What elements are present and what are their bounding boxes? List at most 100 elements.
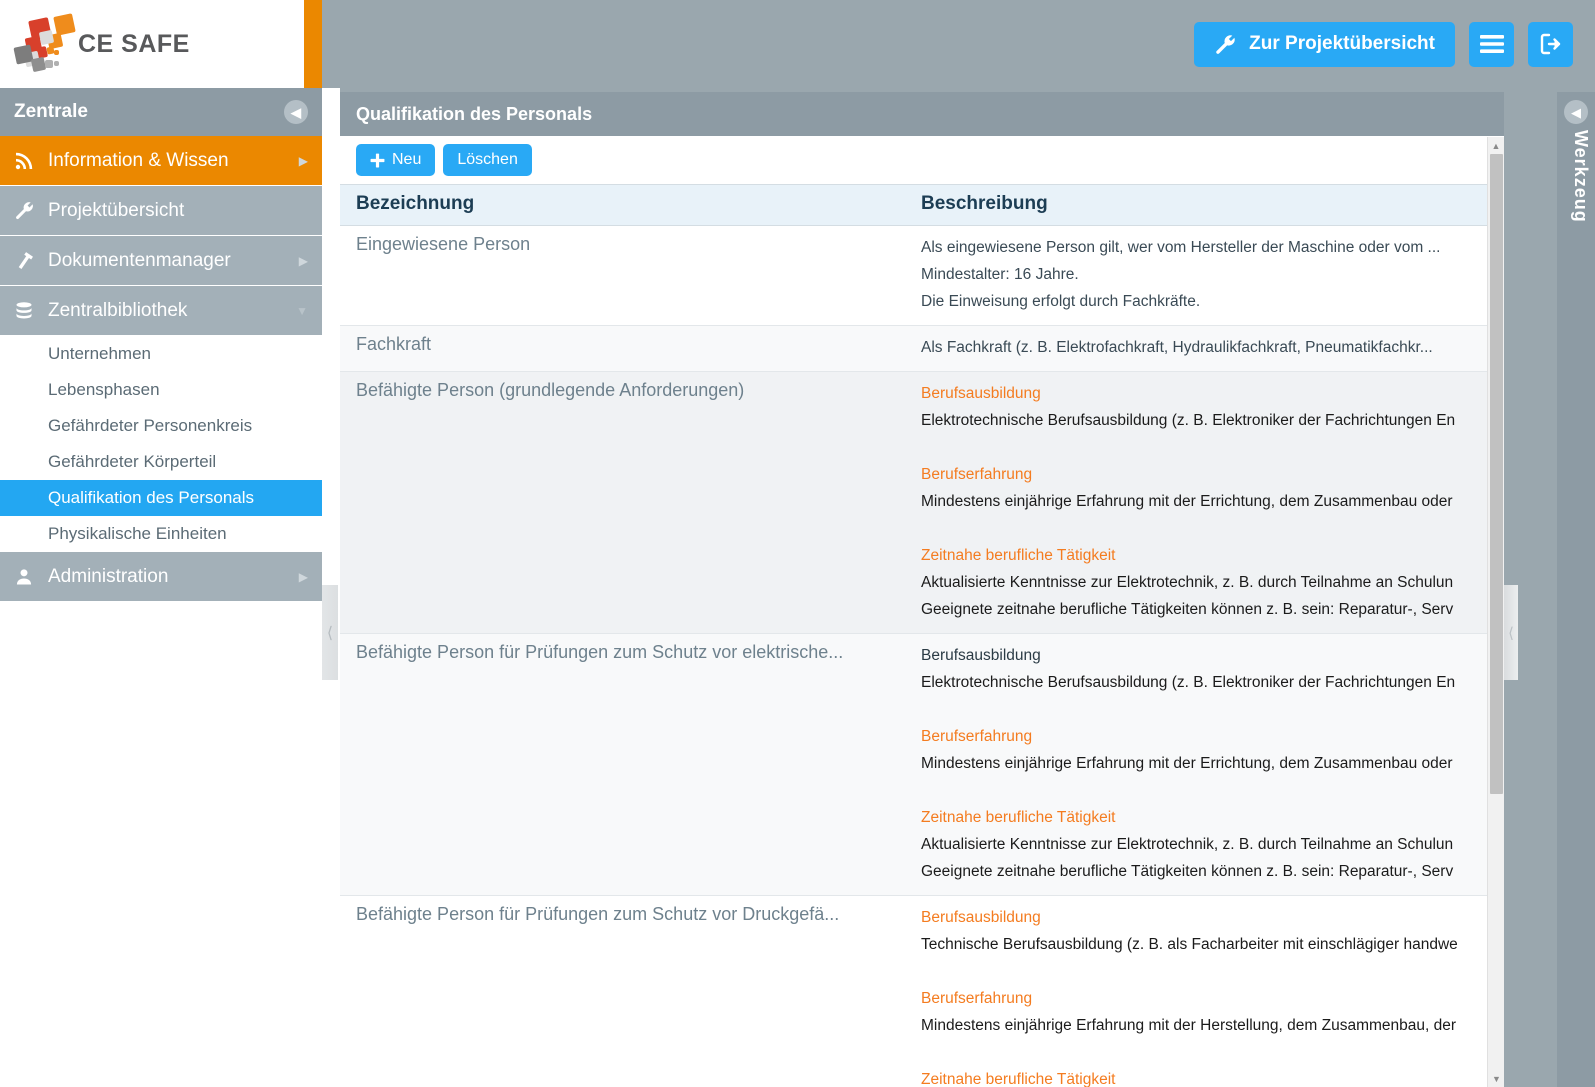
sidebar-item-zentralbibliothek[interactable]: Zentralbibliothek ▼ xyxy=(0,286,322,336)
description-line: Als Fachkraft (z. B. Elektrofachkraft, H… xyxy=(921,339,1433,356)
delete-button[interactable]: Löschen xyxy=(443,144,532,176)
database-icon xyxy=(14,301,48,321)
sidebar-item-information-wissen[interactable]: Information & Wissen ▶ xyxy=(0,136,322,186)
sidebar-subitem-label: Unternehmen xyxy=(48,344,152,363)
description-line: Geeignete zeitnahe berufliche Tätigkeite… xyxy=(921,863,1454,880)
sidebar-item-label: Administration xyxy=(48,565,169,587)
sidebar-item-administration[interactable]: Administration ▶ xyxy=(0,552,322,602)
ce-safe-logo-icon xyxy=(12,13,76,75)
cell-bezeichnung: Befähigte Person für Prüfungen zum Schut… xyxy=(356,642,844,662)
chevron-right-icon: ▶ xyxy=(298,153,308,168)
sidebar-subitem-label: Gefährdeter Personenkreis xyxy=(48,416,253,435)
go-to-project-overview-label: Zur Projektübersicht xyxy=(1249,33,1435,54)
page-title-bar: Qualifikation des Personals xyxy=(340,92,1504,136)
description-line: Mindestens einjährige Erfahrung mit der … xyxy=(921,755,1453,772)
sidebar-subitem-qualifikation-des-personals[interactable]: Qualifikation des Personals xyxy=(0,480,322,516)
user-icon xyxy=(14,567,48,587)
chevron-down-icon: ▼ xyxy=(296,303,308,318)
description-line: Als eingewiesene Person gilt, wer vom He… xyxy=(921,239,1441,256)
brand-name: CE SAFE xyxy=(78,29,190,58)
description-heading: Berufsausbildung xyxy=(921,647,1041,664)
description-heading: Berufsausbildung xyxy=(921,909,1041,926)
logout-icon xyxy=(1538,32,1564,56)
scrollbar-thumb[interactable] xyxy=(1490,154,1503,794)
column-header-bezeichnung[interactable]: Bezeichnung xyxy=(340,185,905,225)
description-line: Mindestens einjährige Erfahrung mit der … xyxy=(921,1017,1457,1034)
cell-bezeichnung: Fachkraft xyxy=(356,334,432,354)
sidebar-section-header: Zentrale ◀ xyxy=(0,88,322,136)
sidebar-subitem-label: Physikalische Einheiten xyxy=(48,524,227,543)
sidebar-subitem-gefaehrdeter-personenkreis[interactable]: Gefährdeter Personenkreis xyxy=(0,408,322,444)
go-to-project-overview-button[interactable]: Zur Projektübersicht xyxy=(1194,21,1455,67)
page-title: Qualifikation des Personals xyxy=(356,103,593,124)
brand-accent-stripe xyxy=(304,0,322,88)
table-row[interactable]: Befähigte Person (grundlegende Anforderu… xyxy=(340,372,1488,634)
sidebar-item-label: Information & Wissen xyxy=(48,149,229,171)
sidebar-item-dokumentenmanager[interactable]: Dokumentenmanager ▶ xyxy=(0,236,322,286)
description-line: Technische Berufsausbildung (z. B. als F… xyxy=(921,936,1458,953)
new-button-label: Neu xyxy=(392,151,422,168)
chevron-left-icon[interactable]: ◀ xyxy=(1564,100,1588,124)
rss-icon xyxy=(14,151,48,171)
sidebar-subitem-unternehmen[interactable]: Unternehmen xyxy=(0,336,322,372)
description-heading: Berufsausbildung xyxy=(921,385,1041,402)
description-heading: Berufserfahrung xyxy=(921,466,1033,483)
sidebar-subitem-physikalische-einheiten[interactable]: Physikalische Einheiten xyxy=(0,516,322,552)
sidebar-collapse-handle[interactable]: ⟨ xyxy=(322,585,338,680)
table-row[interactable]: Eingewiesene Person Als eingewiesene Per… xyxy=(340,226,1488,326)
sidebar-subitem-label: Gefährdeter Körperteil xyxy=(48,452,217,471)
tool-panel: ◀ Werkzeug xyxy=(1557,92,1595,1087)
top-toolbar: Zur Projektübersicht xyxy=(322,0,1595,88)
description-line: Die Einweisung erfolgt durch Fachkräfte. xyxy=(921,293,1201,310)
new-button[interactable]: Neu xyxy=(356,144,436,176)
cell-bezeichnung: Eingewiesene Person xyxy=(356,234,531,254)
cell-beschreibung: Berufsausbildung Technische Berufsausbil… xyxy=(905,896,1488,1087)
cell-beschreibung: Als Fachkraft (z. B. Elektrofachkraft, H… xyxy=(905,326,1488,371)
cell-beschreibung: Berufsausbildung Elektrotechnische Beruf… xyxy=(905,372,1488,633)
delete-button-label: Löschen xyxy=(457,151,518,168)
description-heading: Zeitnahe berufliche Tätigkeit xyxy=(921,1071,1116,1087)
cell-beschreibung: Berufsausbildung Elektrotechnische Beruf… xyxy=(905,634,1488,895)
description-line: Geeignete zeitnahe berufliche Tätigkeite… xyxy=(921,601,1454,618)
grid-header-row: Bezeichnung Beschreibung xyxy=(340,184,1488,226)
description-line: Elektrotechnische Berufsausbildung (z. B… xyxy=(921,674,1456,691)
wrench-icon xyxy=(14,200,48,221)
tool-panel-collapse-handle[interactable]: ⟨ xyxy=(1504,585,1518,680)
sidebar-subitem-gefaehrdeter-koerperteil[interactable]: Gefährdeter Körperteil xyxy=(0,444,322,480)
table-row[interactable]: Befähigte Person für Prüfungen zum Schut… xyxy=(340,896,1488,1087)
chevron-right-icon: ▶ xyxy=(298,569,308,584)
qualifications-grid: Bezeichnung Beschreibung Eingewiesene Pe… xyxy=(340,184,1488,1087)
vertical-scrollbar[interactable]: ▲ ▼ xyxy=(1487,137,1504,1087)
chevron-right-icon: ▶ xyxy=(298,253,308,268)
description-heading: Zeitnahe berufliche Tätigkeit xyxy=(921,547,1116,564)
cell-bezeichnung: Befähigte Person für Prüfungen zum Schut… xyxy=(356,904,840,924)
table-row[interactable]: Fachkraft Als Fachkraft (z. B. Elektrofa… xyxy=(340,326,1488,372)
brand-logo-bar: CE SAFE xyxy=(0,0,322,88)
grid-toolbar: Neu Löschen xyxy=(340,136,1504,184)
triangle-up-icon[interactable]: ▲ xyxy=(1488,137,1504,154)
sidebar-item-label: Dokumentenmanager xyxy=(48,249,231,271)
main-content-panel: Qualifikation des Personals Neu Löschen … xyxy=(340,92,1504,1087)
description-line: Aktualisierte Kenntnisse zur Elektrotech… xyxy=(921,574,1454,591)
description-heading: Berufserfahrung xyxy=(921,728,1033,745)
table-row[interactable]: Befähigte Person für Prüfungen zum Schut… xyxy=(340,634,1488,896)
column-header-beschreibung[interactable]: Beschreibung xyxy=(905,185,1488,225)
description-heading: Berufserfahrung xyxy=(921,990,1033,1007)
hammer-icon xyxy=(14,250,48,271)
chevron-left-icon[interactable]: ◀ xyxy=(284,100,308,124)
triangle-down-icon[interactable]: ▼ xyxy=(1488,1070,1505,1087)
hamburger-menu-button[interactable] xyxy=(1469,21,1514,67)
logout-button[interactable] xyxy=(1528,21,1573,67)
sidebar-section-title: Zentrale xyxy=(14,101,88,122)
sidebar-filler xyxy=(0,602,322,1047)
sidebar-item-label: Zentralbibliothek xyxy=(48,299,188,321)
description-line: Mindestalter: 16 Jahre. xyxy=(921,266,1079,283)
sidebar-subitem-lebensphasen[interactable]: Lebensphasen xyxy=(0,372,322,408)
sidebar-item-projektuebersicht[interactable]: Projektübersicht xyxy=(0,186,322,236)
